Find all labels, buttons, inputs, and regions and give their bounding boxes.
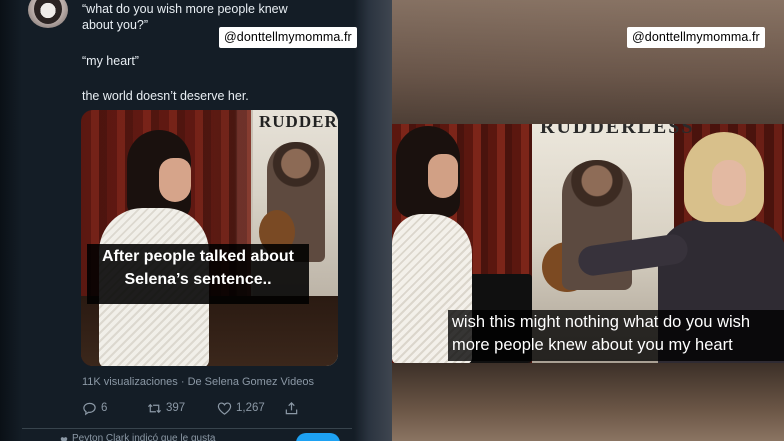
heart-small-icon [60,437,68,441]
blurred-background [392,363,784,441]
video-views[interactable]: 11K visualizaciones · De Selena Gomez Vi… [82,375,314,389]
reply-count: 6 [101,402,108,414]
video-caption-line2: Selena’s sentence.. [124,271,272,288]
blurred-background [392,0,784,124]
heart-icon [217,401,232,415]
tweet-comment: the world doesn’t deserve her. [82,89,249,103]
subtitle-line1: wish this might nothing what do you wish [452,313,751,331]
divider [22,428,352,429]
tweet-video[interactable]: RUDDER [81,110,338,366]
panel-edge [0,0,22,441]
tweet-screenshot-panel: “what do you wish more people knew about… [0,0,392,441]
person-face [159,158,191,202]
retweet-button[interactable]: 397 [147,399,185,417]
avatar[interactable] [28,0,68,28]
panel-edge [354,0,392,441]
compose-button[interactable] [296,433,340,441]
subtitle-line2: more people knew about you my heart [452,336,733,354]
watermark: @donttellmymomma.fr [219,27,357,48]
like-button[interactable]: 1,267 [217,399,265,417]
video-caption-line1: After people talked about [101,248,295,265]
reply-button[interactable]: 6 [82,399,107,417]
share-icon [285,401,298,414]
avatar-image [34,0,62,24]
reply-icon [83,402,96,415]
share-button[interactable] [284,399,299,417]
retweet-count: 397 [166,402,186,414]
liked-by-text[interactable]: Peyton Clark indicó que le gusta [72,433,215,441]
watermark: @donttellmymomma.fr [627,27,765,48]
poster-title: RUDDER [259,112,338,131]
video-frame-panel: RUDDERLESS [392,0,784,441]
tweet-question-line2: about you?” [82,18,149,32]
tweet-answer: “my heart” [82,54,139,68]
like-count: 1,267 [236,402,265,414]
tweet-question-line1: “what do you wish more people knew [82,2,288,16]
person-face [428,154,458,198]
person-face [712,160,746,206]
retweet-icon [147,403,162,413]
